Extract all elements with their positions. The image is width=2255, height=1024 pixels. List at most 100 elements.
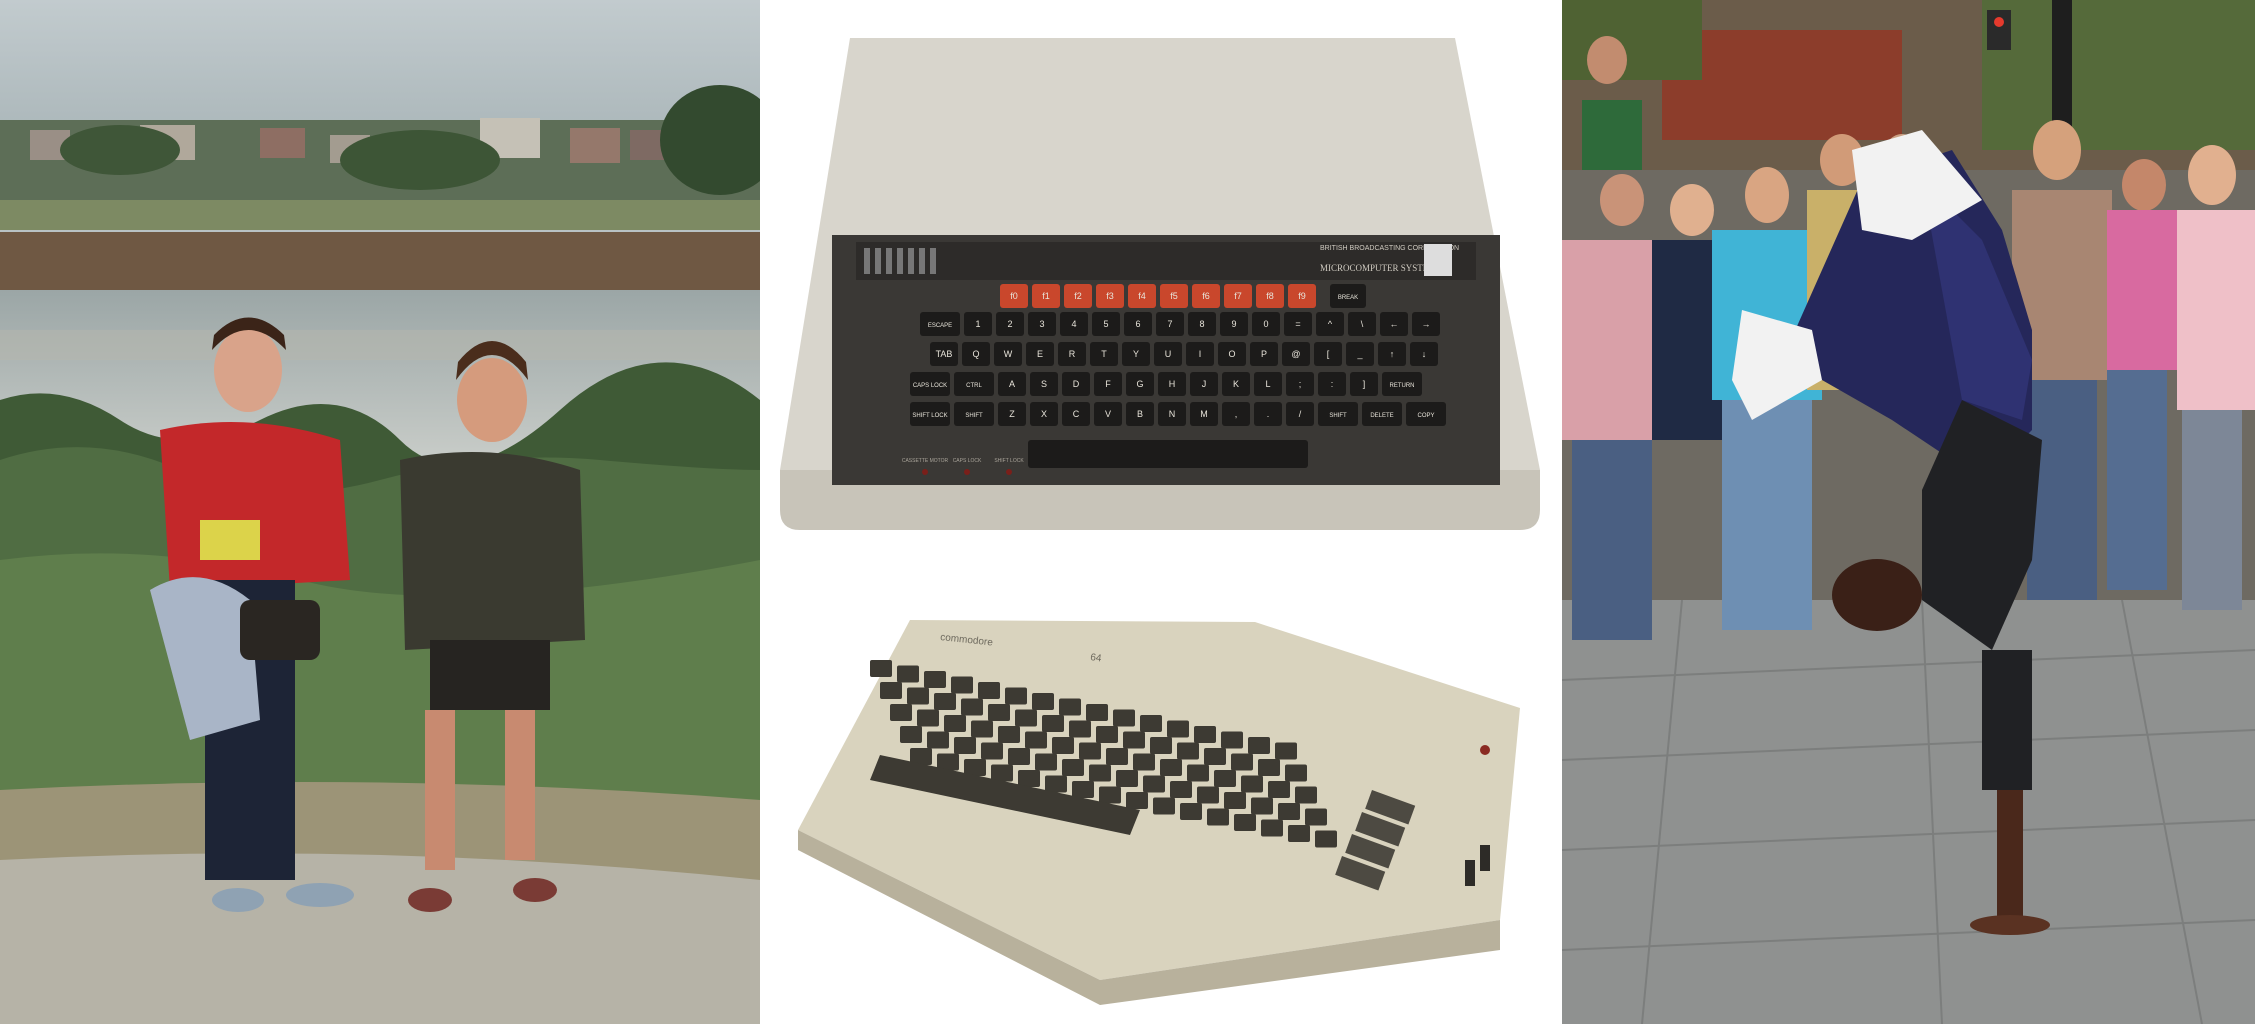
c64-key [1231, 753, 1253, 771]
c64-key [1248, 737, 1270, 754]
bbc-key-row4-7: N [1169, 409, 1176, 419]
bbc-key-f5: f5 [1170, 291, 1178, 301]
c64-key [1079, 742, 1101, 760]
bbc-key-f4: f4 [1138, 291, 1146, 301]
c64-key [1015, 709, 1037, 727]
support-arm [1997, 770, 2023, 920]
bbc-key-row2-0: TAB [936, 349, 953, 359]
bbc-key-row1-6: 6 [1135, 319, 1140, 329]
bbc-key-row2-8: I [1199, 349, 1202, 359]
c64-key [1052, 737, 1074, 754]
c64-key [1224, 792, 1246, 809]
c64-key [1126, 792, 1148, 809]
bbc-key-row3-4: D [1073, 379, 1080, 389]
c64-key [1133, 753, 1155, 771]
bbc-key-row2-10: P [1261, 349, 1267, 359]
bbc-key-row2-7: U [1165, 349, 1172, 359]
bbc-key-row4-4: C [1073, 409, 1080, 419]
bbc-key-row1-7: 7 [1167, 319, 1172, 329]
c64-key [1140, 715, 1162, 732]
c64-key [897, 665, 919, 683]
c64-key [944, 715, 966, 732]
boys-lake-scene [0, 0, 760, 1024]
bbc-key-row1-4: 4 [1071, 319, 1076, 329]
bbc-key-row1-5: 5 [1103, 319, 1108, 329]
bbc-key-row1-9: 9 [1231, 319, 1236, 329]
bbc-key-row3-7: H [1169, 379, 1176, 389]
c64-key [988, 704, 1010, 721]
c64-key [1177, 742, 1199, 760]
bbc-key-break: BREAK [1338, 295, 1358, 301]
c64-key [1207, 808, 1229, 826]
bbc-key-row2-14: ↑ [1390, 349, 1395, 359]
c64-key [1194, 726, 1216, 743]
c64-key [971, 720, 993, 738]
computers-scene: BRITISH BROADCASTING CORPORATION MICROCO… [780, 38, 1540, 1005]
bbc-key-row1-8: 8 [1199, 319, 1204, 329]
bbc-key-row3-5: F [1105, 379, 1111, 389]
bbc-key-row1-0: ESCAPE [928, 323, 952, 329]
c64-key [1008, 748, 1030, 765]
c64-key [1086, 704, 1108, 721]
c64-key [1214, 770, 1236, 787]
c64-key [1106, 748, 1128, 765]
c64-key [954, 737, 976, 754]
bbc-key-f1: f1 [1042, 291, 1050, 301]
bbc-key-row4-13: DELETE [1370, 413, 1393, 419]
photo-breakdancer [1562, 0, 2255, 1024]
bbc-key-row3-9: K [1233, 379, 1239, 389]
c64-key [1268, 781, 1290, 798]
c64-key [1150, 737, 1172, 754]
c64-key [1045, 775, 1067, 793]
c64-key [1204, 748, 1226, 765]
trees [1982, 0, 2255, 150]
bbc-key-row1-15: → [1422, 319, 1431, 329]
c64-key [880, 682, 902, 699]
bbc-led [964, 469, 970, 475]
c64-key [927, 731, 949, 749]
c64-key [1285, 764, 1307, 782]
bbc-led-label: CASSETTE MOTOR [902, 458, 949, 464]
bbc-key-row4-1: SHIFT [965, 413, 983, 419]
bbc-key-row3-8: J [1202, 379, 1207, 389]
c64-key [1072, 781, 1094, 798]
c64-key [1221, 731, 1243, 749]
bbc-key-row1-11: = [1295, 319, 1300, 329]
photo-boys-by-lake [0, 0, 760, 1024]
bbc-key-row3-1: CTRL [966, 383, 982, 389]
c64-key [1153, 797, 1175, 815]
c64-key [1116, 770, 1138, 787]
bbc-key-row1-14: ← [1390, 319, 1399, 329]
bbc-key-row3-6: G [1136, 379, 1143, 389]
traffic-light [1987, 10, 2011, 50]
bbc-key-row4-9: , [1235, 409, 1238, 419]
bbc-key-row1-3: 3 [1039, 319, 1044, 329]
bbc-key-row3-10: L [1265, 379, 1270, 389]
c64-key [1069, 720, 1091, 738]
c64-key [1170, 781, 1192, 798]
c64-key [1278, 803, 1300, 820]
c64-key [1099, 786, 1121, 804]
bbc-key-f2: f2 [1074, 291, 1082, 301]
bbc-key-f6: f6 [1202, 291, 1210, 301]
bbc-key-row3-0: CAPS LOCK [913, 383, 947, 389]
c64-key [900, 726, 922, 743]
bbc-key-row2-15: ↓ [1422, 349, 1427, 359]
bbc-key-row2-6: Y [1133, 349, 1139, 359]
c64-key [917, 709, 939, 727]
bbc-led-label: CAPS LOCK [953, 458, 982, 464]
bbc-key-row4-2: Z [1009, 409, 1015, 419]
bbc-key-f9: f9 [1298, 291, 1306, 301]
c64-key [1035, 753, 1057, 771]
c64-key [934, 693, 956, 710]
c64-key [1025, 731, 1047, 749]
bbc-key-row2-1: Q [972, 349, 979, 359]
bbc-owl-logo [1424, 244, 1452, 276]
bbc-key-row4-12: SHIFT [1329, 413, 1347, 419]
bbc-key-row4-8: M [1200, 409, 1208, 419]
bbc-key-row1-10: 0 [1263, 319, 1268, 329]
bbc-led [922, 469, 928, 475]
bbc-key-row2-11: @ [1291, 349, 1300, 359]
bbc-key-row2-4: R [1069, 349, 1076, 359]
bbc-led-label: SHIFT LOCK [994, 458, 1024, 464]
